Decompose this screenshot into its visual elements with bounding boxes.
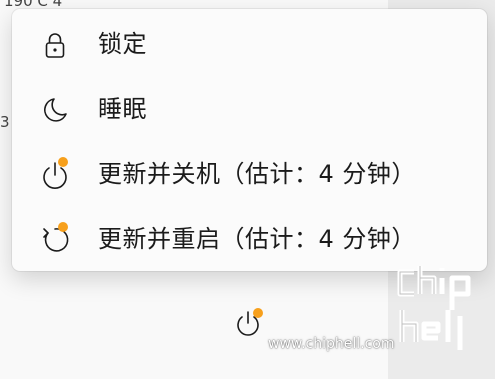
watermark-url: www.chiphell.com <box>268 336 395 352</box>
menu-item-sleep[interactable]: 睡眠 <box>16 80 483 138</box>
menu-item-label: 更新并关机（估计：4 分钟） <box>98 160 416 188</box>
menu-item-update-and-shutdown[interactable]: 更新并关机（估计：4 分钟） <box>16 145 483 203</box>
menu-item-label: 睡眠 <box>98 95 147 123</box>
moon-icon <box>44 98 67 122</box>
chiphell-logo <box>397 266 471 350</box>
menu-item-lock[interactable]: 锁定 <box>16 15 483 73</box>
menu-item-label: 更新并重启（估计：4 分钟） <box>98 225 416 253</box>
menu-item-label: 锁定 <box>98 30 147 58</box>
update-badge-icon <box>253 308 263 318</box>
background-text: 3 <box>0 113 10 131</box>
update-badge-icon <box>58 222 68 232</box>
lock-icon <box>45 33 65 58</box>
taskbar-power-button[interactable] <box>228 303 268 343</box>
update-badge-icon <box>58 157 68 167</box>
power-flyout-menu: 锁定 睡眠 更新并关机（估计：4 分钟） 更新并重启（估计：4 分钟） <box>12 9 487 271</box>
menu-item-update-and-restart[interactable]: 更新并重启（估计：4 分钟） <box>16 210 483 268</box>
